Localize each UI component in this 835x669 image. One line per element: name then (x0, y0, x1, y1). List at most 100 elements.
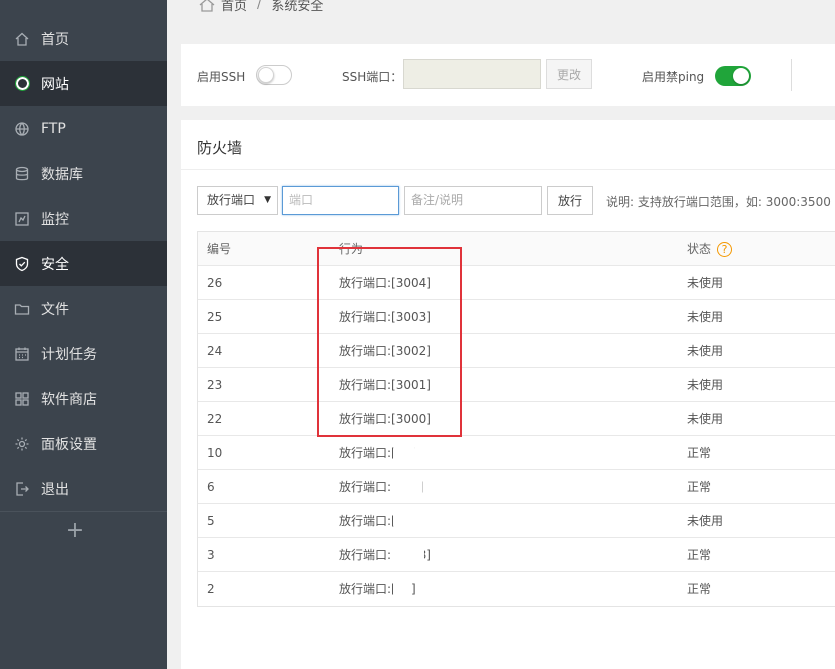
rule-id: 26 (207, 276, 223, 290)
firewall-panel: 防火墙 放行端口 ▼ 端口 备注/说明 放行 说明: 支持放行端口范围，如: 3… (181, 120, 835, 669)
sidebar-item-label: 监控 (41, 211, 69, 228)
breadcrumb-current: 系统安全 (271, 0, 324, 14)
rule-status: 未使用 (687, 276, 724, 290)
rule-status: 未使用 (687, 514, 724, 528)
rule-type-value: 放行端口 (207, 193, 256, 207)
table-row: 22 放行端口:[3000] 未使用 (198, 402, 835, 436)
ssh-enable-label: 启用SSH (197, 70, 246, 84)
sidebar-nav: 首页 网站 FTP 数据库 监控 安全 文件 计划任务 软件商店 面板设置 退出 (0, 16, 167, 511)
rule-status: 正常 (687, 548, 712, 562)
toggle-knob (733, 68, 749, 84)
rule-type-select[interactable]: 放行端口 ▼ (197, 186, 278, 215)
rule-status: 正常 (687, 446, 712, 460)
sidebar: 首页 网站 FTP 数据库 监控 安全 文件 计划任务 软件商店 面板设置 退出… (0, 0, 167, 669)
monitor-icon (14, 211, 30, 227)
rule-id: 23 (207, 378, 223, 392)
table-row: 25 放行端口:[3003] 未使用 (198, 300, 835, 334)
sidebar-item-label: 数据库 (41, 166, 83, 183)
rule-status: 正常 (687, 582, 712, 596)
disable-ping-toggle[interactable] (715, 66, 751, 86)
table-row: 5 放行端口:[22] 未使用 (198, 504, 835, 538)
table-row: 10 放行端口:[21] 正常 (198, 436, 835, 470)
sidebar-item-label: 计划任务 (41, 346, 97, 363)
add-shortcut-button[interactable]: + (0, 516, 150, 546)
redaction-mark (392, 478, 422, 500)
divider (181, 169, 835, 170)
sidebar-item-label: FTP (41, 120, 66, 137)
rule-status: 未使用 (687, 310, 724, 324)
redaction-mark (393, 510, 419, 528)
sidebar-item-label: 退出 (41, 481, 69, 498)
ssh-settings-panel: 启用SSH SSH端口： 更改 启用禁ping (181, 44, 835, 106)
sidebar-item-home[interactable]: 首页 (0, 16, 167, 61)
shield-icon (14, 256, 30, 272)
sidebar-item-ftp[interactable]: FTP (0, 106, 167, 151)
table-row: 23 放行端口:[3001] 未使用 (198, 368, 835, 402)
table-row: 3 放行端口:[8888] 正常 (198, 538, 835, 572)
sidebar-item-store[interactable]: 软件商店 (0, 376, 167, 421)
firewall-rules-table: 编号 行为 状态? 26 放行端口:[3004] 未使用 2 5 放行端口:[3003]… (197, 231, 835, 607)
divider (791, 59, 792, 91)
firewall-title: 防火墙 (197, 139, 243, 157)
table-row: 6 放行端口:[443] 正常 (198, 470, 835, 504)
breadcrumb: 首页 / 系统安全 (199, 0, 323, 14)
redaction-mark (393, 446, 415, 466)
grid-icon (14, 391, 30, 407)
column-header-action: 行为 (339, 242, 364, 256)
logout-icon (14, 481, 30, 497)
ssh-enable-toggle[interactable] (256, 65, 292, 85)
sidebar-item-logout[interactable]: 退出 (0, 466, 167, 511)
ftp-icon (14, 121, 30, 137)
sidebar-item-security[interactable]: 安全 (0, 241, 167, 286)
rule-action: 放行端口:[3004] (339, 276, 431, 290)
rule-id: 3 (207, 548, 215, 562)
table-row: 26 放行端口:[3004] 未使用 (198, 266, 835, 300)
ssh-port-input[interactable] (403, 59, 541, 89)
rule-status: 未使用 (687, 412, 724, 426)
caret-down-icon: ▼ (264, 195, 271, 205)
column-header-id: 编号 (207, 242, 232, 256)
sidebar-item-monitor[interactable]: 监控 (0, 196, 167, 241)
database-icon (14, 166, 30, 182)
sidebar-item-database[interactable]: 数据库 (0, 151, 167, 196)
sidebar-item-cron[interactable]: 计划任务 (0, 331, 167, 376)
rule-id: 5 (207, 514, 215, 528)
ssh-port-label: SSH端口： (342, 70, 403, 84)
rule-id: 6 (207, 480, 215, 494)
rule-id: 10 (207, 446, 223, 460)
sidebar-item-settings[interactable]: 面板设置 (0, 421, 167, 466)
table-header: 编号 行为 状态? (198, 232, 835, 266)
globe-icon (14, 76, 30, 92)
table-row: 24 放行端口:[3002] 未使用 (198, 334, 835, 368)
hint-text: 说明: 支持放行端口范围，如: 3000:3500 (606, 195, 831, 209)
home-icon (199, 0, 215, 12)
rule-action: 放行端口:[3002] (339, 344, 431, 358)
toggle-knob (258, 67, 274, 83)
sidebar-item-label: 软件商店 (41, 391, 97, 408)
change-port-button[interactable]: 更改 (546, 59, 592, 89)
rule-id: 24 (207, 344, 223, 358)
disable-ping-label: 启用禁ping (642, 70, 705, 84)
home-icon (14, 31, 30, 47)
folder-icon (14, 301, 30, 317)
sidebar-divider (0, 511, 167, 512)
rule-action: 放行端口:[3003] (339, 310, 431, 324)
port-input[interactable]: 端口 (282, 186, 399, 215)
rule-id: 2 (207, 582, 215, 596)
breadcrumb-separator: / (257, 0, 262, 12)
allow-button[interactable]: 放行 (547, 186, 593, 215)
breadcrumb-home[interactable]: 首页 (221, 0, 247, 14)
sidebar-item-label: 安全 (41, 256, 69, 273)
sidebar-item-files[interactable]: 文件 (0, 286, 167, 331)
rule-action: 放行端口:[3000] (339, 412, 431, 426)
sidebar-item-website[interactable]: 网站 (0, 61, 167, 106)
rule-action: 放行端口:[3001] (339, 378, 431, 392)
rule-status: 未使用 (687, 344, 724, 358)
table-row: 2 放行端口:[80] 正常 (198, 572, 835, 606)
help-icon[interactable]: ? (717, 242, 733, 257)
redaction-mark (393, 577, 411, 597)
sidebar-item-label: 文件 (41, 301, 69, 318)
calendar-icon (14, 346, 30, 362)
rule-id: 22 (207, 412, 223, 426)
note-input[interactable]: 备注/说明 (404, 186, 542, 215)
